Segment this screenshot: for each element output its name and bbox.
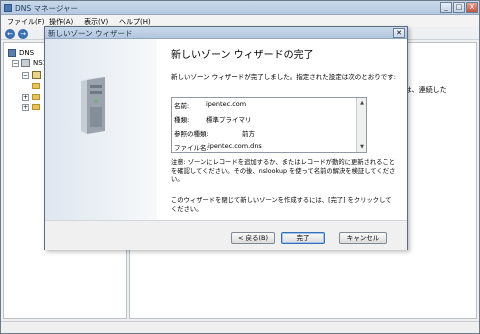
scroll-down-icon[interactable]: ▼ — [358, 143, 366, 151]
wizard-title-bar: 新しいゾーン ウィザード ✕ — [45, 27, 407, 39]
close-button[interactable]: X — [466, 2, 478, 13]
expand-toggle-icon[interactable]: + — [22, 94, 29, 101]
collapse-toggle-icon[interactable]: − — [22, 72, 29, 79]
dns-root-icon — [8, 49, 16, 57]
dns-app-icon — [4, 4, 12, 12]
tree-root-label[interactable]: DNS — [19, 49, 34, 57]
setting-label: 種類: — [174, 116, 190, 124]
setting-label: 名前: — [174, 102, 190, 110]
collapse-toggle-icon[interactable]: − — [12, 60, 19, 67]
wizard-intro-text: 新しいゾーン ウィザードが完了しました。指定された設定は次のとおりです: — [171, 73, 396, 81]
folder-icon[interactable] — [32, 83, 40, 89]
cancel-button[interactable]: キャンセル — [339, 232, 387, 244]
back-button[interactable]: < 戻る(B) — [231, 232, 275, 244]
setting-value: ipentec.com — [206, 100, 247, 108]
setting-label: 参照の種類: — [174, 130, 209, 138]
window-title: DNS マネージャー — [15, 4, 79, 13]
setting-value: ipentec.com.dns — [208, 142, 262, 150]
wizard-content: 新しいゾーン ウィザードの完了 新しいゾーン ウィザードが完了しました。指定され… — [157, 39, 407, 220]
new-zone-wizard-dialog: 新しいゾーン ウィザード ✕ 新しいゾーン ウィザードの完了 新しいゾーン ウィ… — [44, 26, 408, 250]
menu-file[interactable]: ファイル(F) — [7, 17, 45, 27]
status-bar — [1, 321, 479, 333]
finish-button[interactable]: 完了 — [281, 232, 325, 244]
folder-icon[interactable] — [32, 104, 40, 110]
back-arrow-icon[interactable]: ← — [5, 29, 15, 39]
forward-arrow-icon[interactable]: → — [18, 29, 28, 39]
forward-zone-icon[interactable] — [32, 71, 41, 79]
wizard-title: 新しいゾーン ウィザード — [48, 29, 133, 38]
wizard-button-bar: < 戻る(B) 完了 キャンセル — [45, 220, 407, 250]
wizard-note-text: 注意: ゾーンにレコードを追加するか、またはレコードが動的に更新されることを確認… — [171, 159, 396, 183]
setting-value: 前方 — [242, 130, 255, 138]
wizard-side-panel — [45, 39, 157, 250]
expand-toggle-icon[interactable]: + — [22, 104, 29, 111]
maximize-button[interactable]: □ — [453, 2, 465, 13]
server-tower-icon — [81, 77, 105, 134]
settings-summary-box[interactable]: 名前: ipentec.com 種類: 標準プライマリ 参照の種類: 前方 ファ… — [171, 97, 367, 153]
wizard-closing-text: このウィザードを閉じて新しいゾーンを作成するには、[完了] をクリックしてくださ… — [171, 197, 392, 213]
wizard-close-button[interactable]: ✕ — [393, 28, 405, 38]
scroll-up-icon[interactable]: ▲ — [358, 99, 366, 107]
setting-value: 標準プライマリ — [206, 116, 252, 124]
setting-label: ファイル名: — [174, 144, 209, 152]
minimize-button[interactable]: _ — [440, 2, 452, 13]
server-icon — [21, 59, 30, 67]
settings-scrollbar[interactable]: ▲ ▼ — [356, 98, 366, 152]
wizard-heading: 新しいゾーン ウィザードの完了 — [171, 50, 314, 61]
folder-icon[interactable] — [32, 94, 40, 100]
title-bar: DNS マネージャー _ □ X — [1, 1, 479, 15]
